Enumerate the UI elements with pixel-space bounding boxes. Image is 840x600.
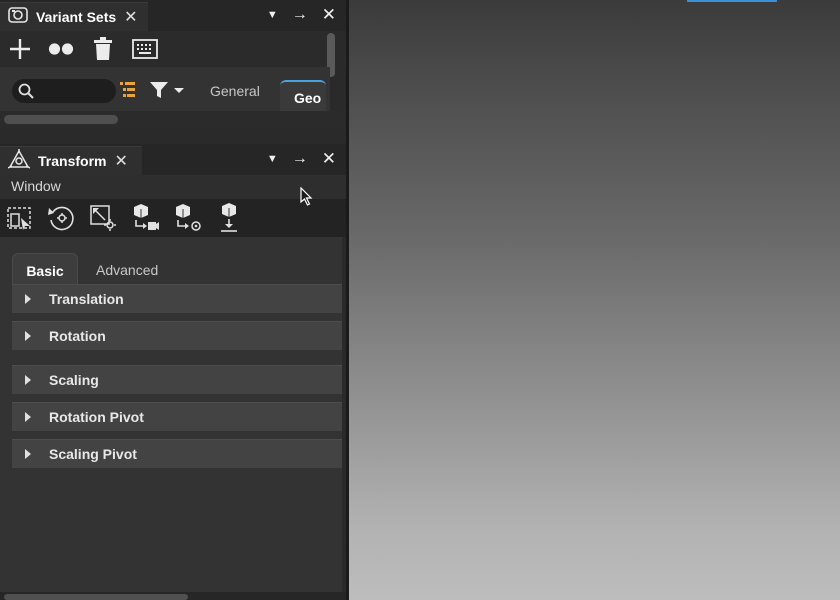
transform-menubar: Window	[0, 175, 346, 199]
hierarchy-icon[interactable]	[120, 81, 136, 104]
transform-tab[interactable]: Transform ✕	[0, 146, 142, 175]
section-rotation[interactable]: Rotation	[12, 321, 342, 350]
expand-arrow-icon[interactable]	[25, 331, 31, 341]
transform-body: Basic Advanced Translation Rotation Scal…	[0, 237, 342, 592]
render-viewport[interactable]	[349, 0, 840, 600]
variant-sets-horizontal-scrollbar[interactable]	[0, 111, 346, 129]
transform-title: Transform	[38, 153, 107, 169]
transform-horizontal-scrollbar[interactable]	[0, 592, 346, 600]
move-to-camera-icon[interactable]	[130, 203, 160, 233]
transform-header: Transform ✕ ▼ → ✕	[0, 144, 346, 175]
move-to-pivot-icon[interactable]	[172, 203, 202, 233]
variant-sets-tab[interactable]: Variant Sets ✕	[0, 2, 148, 31]
transform-tab-close-icon[interactable]: ✕	[114, 151, 127, 171]
search-box[interactable]	[12, 79, 116, 103]
scrollbar-thumb[interactable]	[4, 594, 188, 600]
section-scaling-pivot[interactable]: Scaling Pivot	[12, 439, 342, 468]
expand-arrow-icon[interactable]	[25, 294, 31, 304]
tab-basic[interactable]: Basic	[12, 253, 78, 284]
variant-dots-icon[interactable]	[48, 36, 74, 62]
panel-float-arrow-icon[interactable]: →	[292, 6, 308, 24]
panel-close-icon[interactable]: ✕	[322, 150, 336, 168]
tab-geo[interactable]: Geo	[280, 80, 326, 111]
tab-general[interactable]: General	[210, 83, 260, 99]
reset-rotation-icon[interactable]	[46, 203, 76, 233]
transform-panel-icon	[7, 148, 31, 174]
section-label: Translation	[49, 291, 124, 307]
section-label: Scaling	[49, 372, 99, 388]
panel-close-icon[interactable]: ✕	[322, 6, 336, 24]
menu-window[interactable]: Window	[11, 178, 61, 194]
variant-sets-title: Variant Sets	[36, 9, 117, 25]
variant-sets-panel-icon	[8, 6, 28, 29]
expand-arrow-icon[interactable]	[25, 449, 31, 459]
expand-arrow-icon[interactable]	[25, 412, 31, 422]
panel-menu-dropdown-icon[interactable]: ▼	[267, 150, 278, 168]
mouse-cursor-icon	[300, 186, 314, 212]
drop-to-ground-icon[interactable]	[214, 203, 244, 233]
panel-float-arrow-icon[interactable]: →	[292, 150, 308, 168]
search-icon	[18, 83, 34, 104]
section-scaling[interactable]: Scaling	[12, 365, 342, 394]
variant-sets-filter-row: General Geo	[0, 67, 330, 111]
section-label: Scaling Pivot	[49, 446, 137, 462]
select-pivot-icon[interactable]	[5, 203, 35, 233]
variant-sets-tab-close-icon[interactable]: ✕	[124, 7, 137, 27]
transform-tabs: Basic Advanced	[12, 253, 342, 284]
section-label: Rotation Pivot	[49, 409, 144, 425]
scrollbar-thumb[interactable]	[4, 115, 118, 124]
trash-icon[interactable]	[90, 36, 116, 62]
filter-icon[interactable]	[149, 81, 185, 104]
left-dock: Variant Sets ✕ ▼ → ✕ General Geo Transfo…	[0, 0, 346, 600]
tab-advanced[interactable]: Advanced	[96, 253, 158, 284]
panel-menu-dropdown-icon[interactable]: ▼	[267, 6, 278, 24]
transform-toolbar	[0, 199, 346, 237]
keyboard-icon[interactable]	[132, 36, 158, 62]
section-label: Rotation	[49, 328, 106, 344]
variant-sets-header-controls: ▼ → ✕	[267, 6, 336, 24]
search-input[interactable]	[40, 82, 114, 102]
variant-sets-toolbar	[0, 31, 330, 67]
transform-header-controls: ▼ → ✕	[267, 150, 336, 168]
variant-sets-header: Variant Sets ✕ ▼ → ✕	[0, 0, 346, 31]
section-rotation-pivot[interactable]: Rotation Pivot	[12, 402, 342, 431]
expand-arrow-icon[interactable]	[25, 375, 31, 385]
plus-icon[interactable]	[7, 36, 33, 62]
viewport-accent-bar	[687, 0, 777, 2]
section-translation[interactable]: Translation	[12, 284, 342, 313]
scale-pivot-icon[interactable]	[88, 203, 118, 233]
